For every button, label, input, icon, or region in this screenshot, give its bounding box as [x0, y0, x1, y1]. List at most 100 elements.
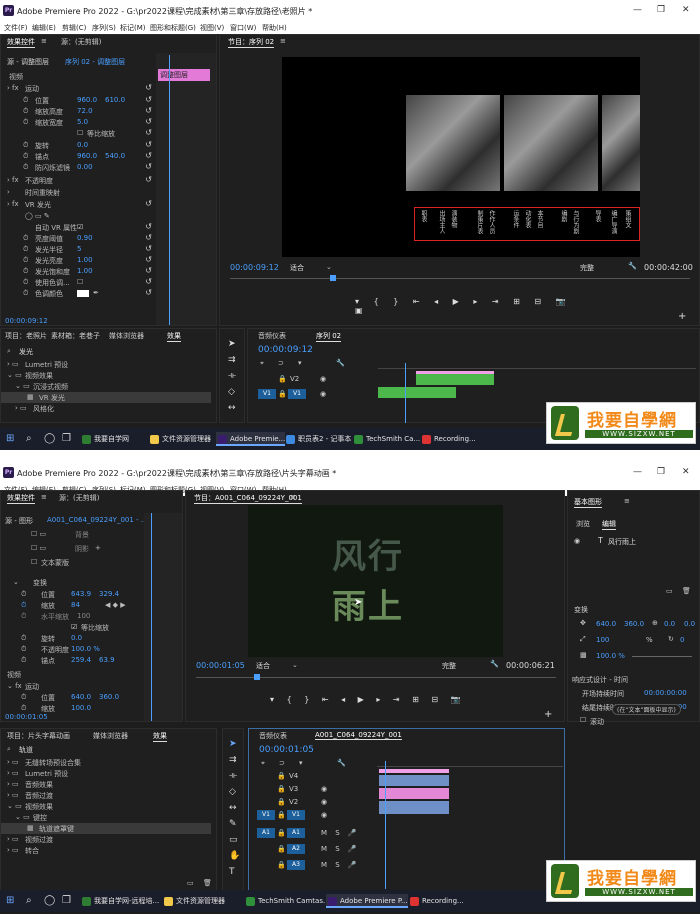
tab-effect-controls[interactable]: 效果控件: [7, 493, 35, 504]
glow-row[interactable]: ⏱ 发光亮度 1.00 ↺: [1, 255, 156, 266]
wrench-icon[interactable]: 🔧: [490, 660, 499, 668]
prop-row[interactable]: ⏱ 不透明度 100.0 %: [1, 644, 141, 655]
eye-icon[interactable]: ◉: [320, 375, 326, 383]
tree-item[interactable]: ⌄ ▭ 键控: [1, 812, 211, 823]
clip-v4[interactable]: [379, 769, 449, 773]
track-lock-icon[interactable]: 🔒: [277, 785, 286, 793]
glow-row[interactable]: ⏱ 亮度阈值 0.90 ↺: [1, 233, 156, 244]
tab-effects[interactable]: 效果: [167, 331, 181, 342]
add-button-icon[interactable]: +: [544, 709, 552, 720]
effects-search-input[interactable]: 轨道: [19, 745, 139, 755]
tab-sequence[interactable]: 序列 02: [316, 331, 342, 342]
prop-row[interactable]: ⏱ 缩放 84 ◀ ◆ ▶: [1, 600, 141, 611]
clip-v2[interactable]: [416, 374, 494, 385]
taskview-icon[interactable]: ❐: [62, 433, 71, 444]
eye-icon[interactable]: ◉: [321, 811, 327, 819]
visibility-icon[interactable]: ◉: [574, 537, 580, 545]
menu-file[interactable]: 文件(F): [4, 23, 28, 33]
quality-dropdown[interactable]: 完整: [442, 661, 456, 671]
tree-item[interactable]: ⌄ ▭ 沉浸式视频: [1, 381, 211, 392]
menu-clip[interactable]: 剪辑(C): [62, 23, 86, 33]
mute-solo-controls[interactable]: M S 🎤: [321, 845, 357, 853]
mark-in-icon[interactable]: {: [374, 297, 379, 306]
program-title[interactable]: 节目：A001_C064_09224Y_001: [194, 493, 302, 504]
ec-timecode[interactable]: 00:00:01:05: [5, 713, 48, 721]
tree-item[interactable]: › ▭ 音频过渡: [1, 790, 211, 801]
razor-icon[interactable]: ◇: [229, 787, 236, 797]
snap-icon[interactable]: ⌖: [261, 759, 265, 768]
task-view-icon[interactable]: ◯: [44, 433, 55, 444]
menu-help[interactable]: 帮助(H): [262, 23, 287, 33]
taskbar-techsmith[interactable]: TechSmith Ca...: [352, 432, 420, 446]
track-label-a1[interactable]: A1: [287, 828, 305, 838]
tree-item[interactable]: ⌄ ▭ 视频效果: [1, 370, 211, 381]
prop-row[interactable]: ⏱ 位置 960.0 610.0 ↺: [1, 95, 156, 106]
step-back-icon[interactable]: ◂: [341, 695, 345, 704]
text-panel-note[interactable]: (在“文本”面板中显示): [612, 704, 681, 715]
goto-in-icon[interactable]: ⇤: [413, 297, 420, 306]
eg-pos-x[interactable]: 640.0: [596, 620, 616, 628]
fit-dropdown[interactable]: 适合: [256, 661, 270, 671]
tab-media-browser[interactable]: 媒体浏览器: [109, 331, 144, 341]
eg-opacity[interactable]: 100.0 %: [596, 652, 625, 660]
overwrite-icon[interactable]: ⊟: [431, 695, 438, 704]
timeline-timecode[interactable]: 00:00:01:05: [259, 745, 314, 755]
selection-tool-icon[interactable]: ➤: [228, 339, 236, 349]
prop-row[interactable]: ⏱ 旋转 0.0 ↺: [1, 140, 156, 151]
track-lock-icon[interactable]: 🔒: [277, 829, 286, 837]
track-label-a2[interactable]: A2: [287, 844, 305, 854]
text-item[interactable]: ☐ ▭ 背景: [1, 529, 141, 540]
panel-menu-icon[interactable]: ≡: [41, 37, 47, 45]
auto-vr-checkbox[interactable]: 自动 VR 属性 ☑ ↺: [1, 222, 156, 233]
menu-window[interactable]: 窗口(W): [230, 23, 256, 33]
source-path[interactable]: 源 - 调整图层: [7, 57, 49, 67]
settings-wrench-icon[interactable]: 🔧: [337, 759, 346, 767]
play-icon[interactable]: ▶: [453, 297, 459, 306]
new-bin-icon[interactable]: ▭: [187, 879, 194, 887]
eg-title[interactable]: 基本图形: [574, 497, 602, 508]
razor-icon[interactable]: ◇: [228, 387, 235, 397]
taskbar-browser[interactable]: 我要自学网-远程培...: [80, 894, 159, 908]
text-layer-name[interactable]: 风行雨上: [608, 537, 636, 547]
step-forward-icon[interactable]: ▸: [376, 695, 380, 704]
glow-row[interactable]: ⏱ 发光半径 5 ↺: [1, 244, 156, 255]
clip-bar[interactable]: 调整图层: [158, 69, 210, 81]
panel-menu-icon[interactable]: ≡: [41, 493, 47, 501]
new-layer-icon[interactable]: ▭: [666, 587, 673, 595]
tab-source[interactable]: 源：(无剪辑): [59, 493, 99, 503]
windows-start-icon[interactable]: ⊞: [6, 895, 14, 906]
selection-tool-icon[interactable]: ➤: [229, 739, 237, 749]
timeline-ruler[interactable]: [377, 759, 563, 767]
tab-effect-controls[interactable]: 效果控件: [7, 37, 35, 48]
effects-search-input[interactable]: 发光: [19, 347, 139, 357]
track-lock-icon[interactable]: 🔒: [278, 375, 287, 383]
play-icon[interactable]: ▶: [358, 695, 364, 704]
taskbar-explorer[interactable]: 文件资源管理器: [162, 894, 225, 908]
insert-icon[interactable]: ⊞: [412, 695, 419, 704]
taskbar-techsmith[interactable]: TechSmith Camtas...: [244, 894, 330, 908]
maximize-icon[interactable]: ❐: [657, 5, 665, 15]
type-tool-icon[interactable]: T: [229, 867, 235, 877]
tab-media-browser[interactable]: 媒体浏览器: [93, 731, 128, 741]
tab-effects[interactable]: 效果: [153, 731, 167, 742]
mask-tools[interactable]: ◯ ▭ ✎: [1, 211, 156, 222]
tab-project[interactable]: 项目：老照片: [5, 331, 47, 341]
uniform-scale-checkbox[interactable]: ☑ 等比缩放: [1, 622, 141, 633]
step-forward-icon[interactable]: ▸: [473, 297, 477, 306]
search-icon[interactable]: ⌕: [26, 895, 32, 906]
panel-menu-icon[interactable]: ≡: [290, 493, 296, 501]
track-lock-icon[interactable]: 🔒: [277, 772, 286, 780]
effect-opacity[interactable]: › fx 不透明度 ↺: [1, 175, 156, 186]
hand-tool-icon[interactable]: ✋: [229, 851, 240, 861]
taskbar-premiere[interactable]: Adobe Premie...: [216, 432, 286, 446]
mute-solo-controls[interactable]: M S 🎤: [321, 861, 357, 869]
tab-project[interactable]: 项目：片头字幕动画: [7, 731, 70, 741]
clip-v2[interactable]: [379, 788, 449, 799]
timeline-ruler[interactable]: [378, 361, 696, 369]
program-title[interactable]: 节目：序列 02: [228, 37, 275, 48]
timeline-playhead[interactable]: [385, 761, 386, 889]
compare-icon[interactable]: ▣: [355, 306, 363, 315]
taskbar-notepad[interactable]: 职员表2 - 记事本: [284, 432, 351, 446]
program-timecode[interactable]: 00:00:09:12: [230, 263, 279, 272]
start-duration-value[interactable]: 00:00:00:00: [644, 689, 687, 697]
